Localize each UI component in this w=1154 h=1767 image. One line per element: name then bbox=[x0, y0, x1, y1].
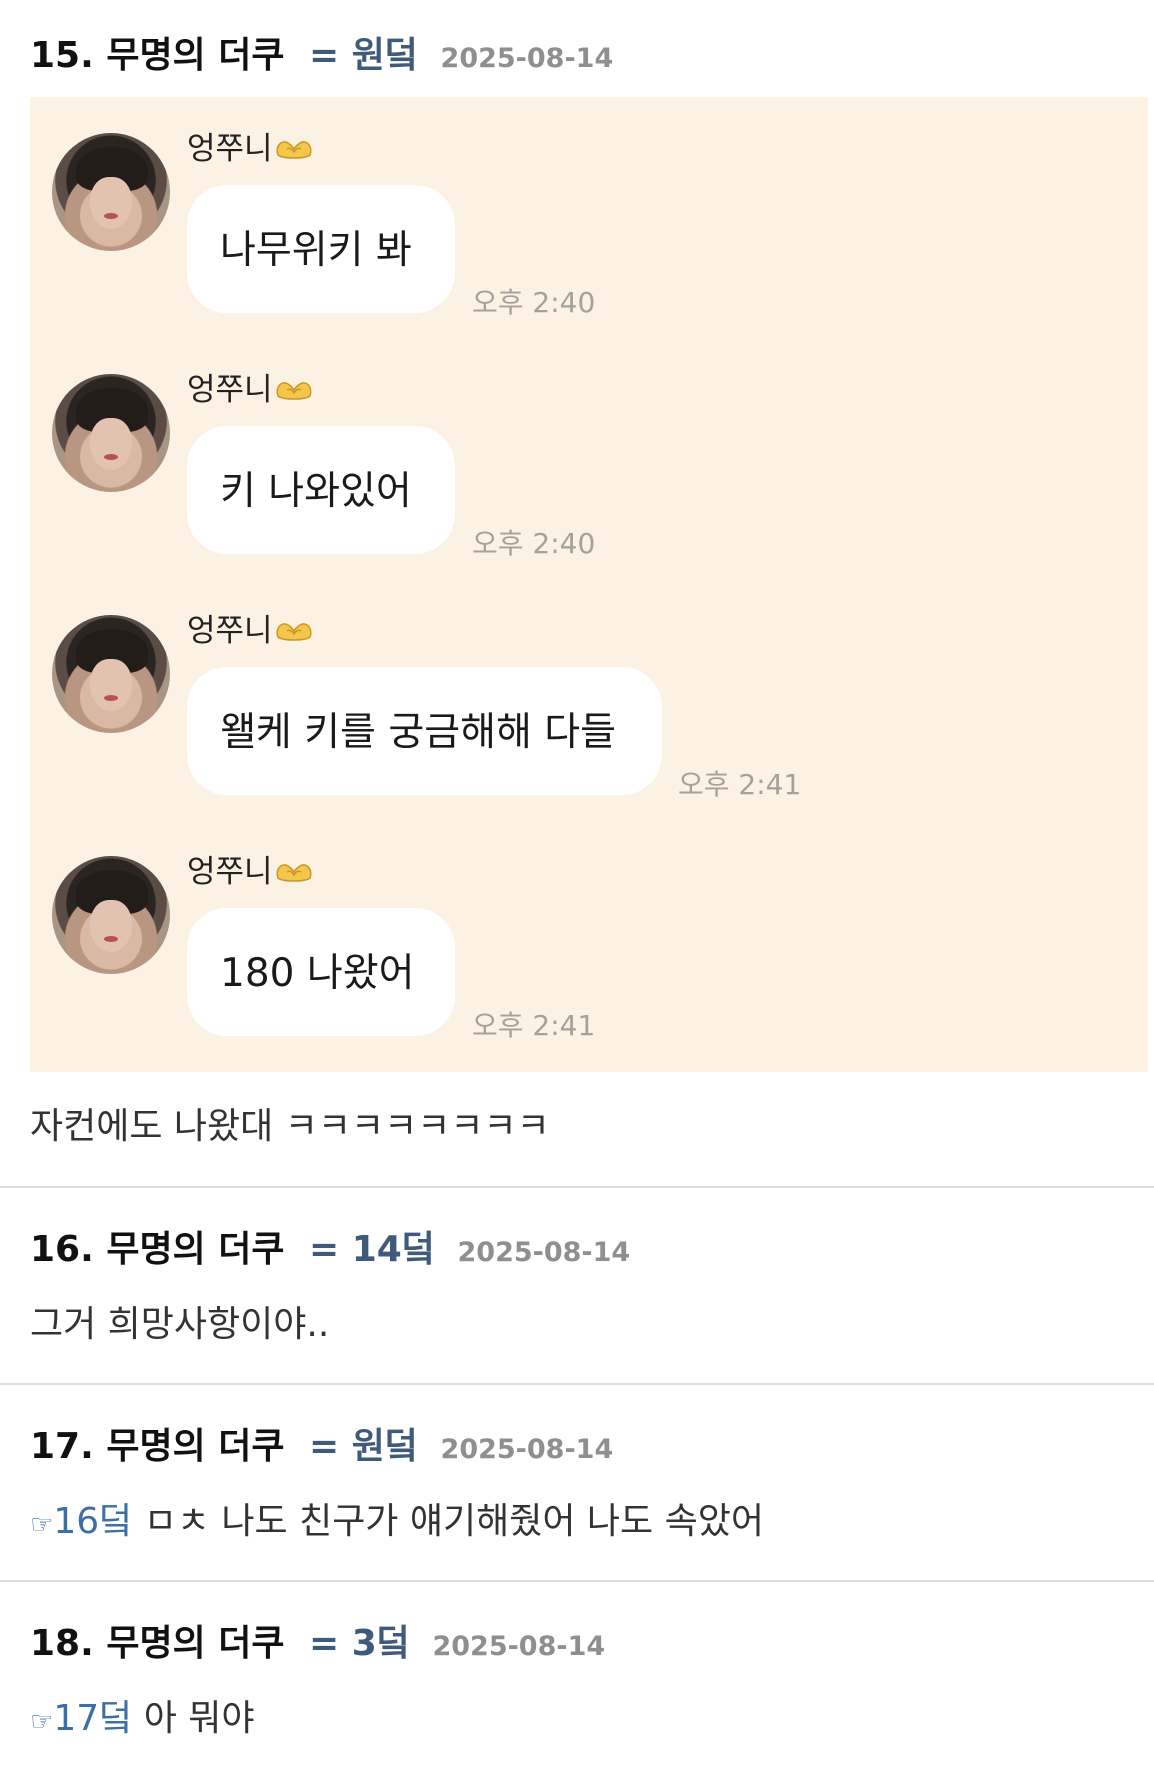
author-tag: 3덬 bbox=[351, 1623, 410, 1664]
comment-body: ☞17덬 아 뭐야 bbox=[30, 1689, 255, 1741]
comment-number: 18. bbox=[30, 1623, 94, 1664]
comment-header: 15. 무명의 더쿠 = 원덬 2025-08-14 bbox=[30, 26, 613, 78]
chat-bubble: 키 나와있어 bbox=[187, 426, 455, 554]
comment-header: 18. 무명의 더쿠 = 3덬 2025-08-14 bbox=[30, 1614, 605, 1666]
comment-header: 17. 무명의 더쿠 = 원덬 2025-08-14 bbox=[30, 1417, 613, 1469]
author-name: 무명의 더쿠 bbox=[106, 35, 285, 76]
sender-name: 엉쭈니 bbox=[187, 372, 273, 408]
equals-sign: = bbox=[309, 1426, 340, 1467]
comment-body: ☞16덬 ㅁㅊ 나도 친구가 얘기해줬어 나도 속았어 bbox=[30, 1492, 764, 1544]
comment-header: 16. 무명의 더쿠 = 14덬 2025-08-14 bbox=[30, 1220, 630, 1272]
message-time: 오후 2:41 bbox=[678, 768, 802, 801]
sender-name: 엉쭈니 bbox=[187, 854, 273, 890]
reply-link[interactable]: ☞16덬 bbox=[30, 1501, 132, 1542]
sender-name: 엉쭈니 bbox=[187, 131, 273, 167]
reply-link-label: 17덬 bbox=[53, 1698, 133, 1739]
chat-message: 엉쭈니 나무위키 봐 오후 2:40 bbox=[30, 97, 1148, 327]
chat-bubble: 180 나왔어 bbox=[187, 908, 455, 1036]
message-time: 오후 2:40 bbox=[472, 527, 596, 560]
chat-message: 엉쭈니 왤케 키를 궁금해해 다들 오후 2:41 bbox=[30, 579, 1148, 809]
comment-text: ㅁㅊ 나도 친구가 얘기해줬어 나도 속았어 bbox=[143, 1501, 764, 1542]
author-name: 무명의 더쿠 bbox=[106, 1623, 285, 1664]
heart-hands-icon bbox=[276, 382, 312, 400]
heart-hands-icon bbox=[276, 141, 312, 159]
equals-sign: = bbox=[309, 35, 340, 76]
chat-screenshot: 엉쭈니 나무위키 봐 오후 2:40 엉쭈니 키 나와있어 오후 2:40 엉쭈… bbox=[30, 97, 1148, 1072]
comment-date: 2025-08-14 bbox=[432, 1631, 606, 1662]
comment-number: 16. bbox=[30, 1229, 94, 1270]
message-time: 오후 2:41 bbox=[472, 1009, 596, 1042]
reply-link-label: 16덬 bbox=[53, 1501, 133, 1542]
comment-divider bbox=[0, 1383, 1154, 1385]
comment-body: 자컨에도 나왔대 ㅋㅋㅋㅋㅋㅋㅋㅋ bbox=[30, 1106, 550, 1147]
reply-link[interactable]: ☞17덬 bbox=[30, 1698, 132, 1739]
author-name: 무명의 더쿠 bbox=[106, 1229, 285, 1270]
chat-message: 엉쭈니 180 나왔어 오후 2:41 bbox=[30, 820, 1148, 1050]
author-tag: 원덬 bbox=[351, 1426, 418, 1467]
comment-divider bbox=[0, 1186, 1154, 1188]
comment-text: 아 뭐야 bbox=[143, 1698, 255, 1739]
author-tag: 원덬 bbox=[351, 35, 418, 76]
chat-bubble: 나무위키 봐 bbox=[187, 185, 455, 313]
author-tag: 14덬 bbox=[351, 1229, 435, 1270]
equals-sign: = bbox=[309, 1623, 340, 1664]
comment-date: 2025-08-14 bbox=[440, 1434, 614, 1465]
equals-sign: = bbox=[309, 1229, 340, 1270]
comment-number: 17. bbox=[30, 1426, 94, 1467]
avatar bbox=[52, 133, 170, 251]
avatar bbox=[52, 856, 170, 974]
pointing-hand-icon: ☞ bbox=[30, 1707, 54, 1737]
avatar bbox=[52, 615, 170, 733]
message-time: 오후 2:40 bbox=[472, 286, 596, 319]
author-name: 무명의 더쿠 bbox=[106, 1426, 285, 1467]
comment-divider bbox=[0, 1580, 1154, 1582]
heart-hands-icon bbox=[276, 864, 312, 882]
chat-bubble: 왤케 키를 궁금해해 다들 bbox=[187, 667, 662, 795]
avatar bbox=[52, 374, 170, 492]
sender-name: 엉쭈니 bbox=[187, 613, 273, 649]
comment-date: 2025-08-14 bbox=[457, 1237, 631, 1268]
pointing-hand-icon: ☞ bbox=[30, 1510, 54, 1540]
chat-message: 엉쭈니 키 나와있어 오후 2:40 bbox=[30, 338, 1148, 568]
heart-hands-icon bbox=[276, 623, 312, 641]
comment-number: 15. bbox=[30, 35, 94, 76]
comment-date: 2025-08-14 bbox=[440, 43, 614, 74]
comment-body: 그거 희망사항이야.. bbox=[30, 1304, 330, 1345]
